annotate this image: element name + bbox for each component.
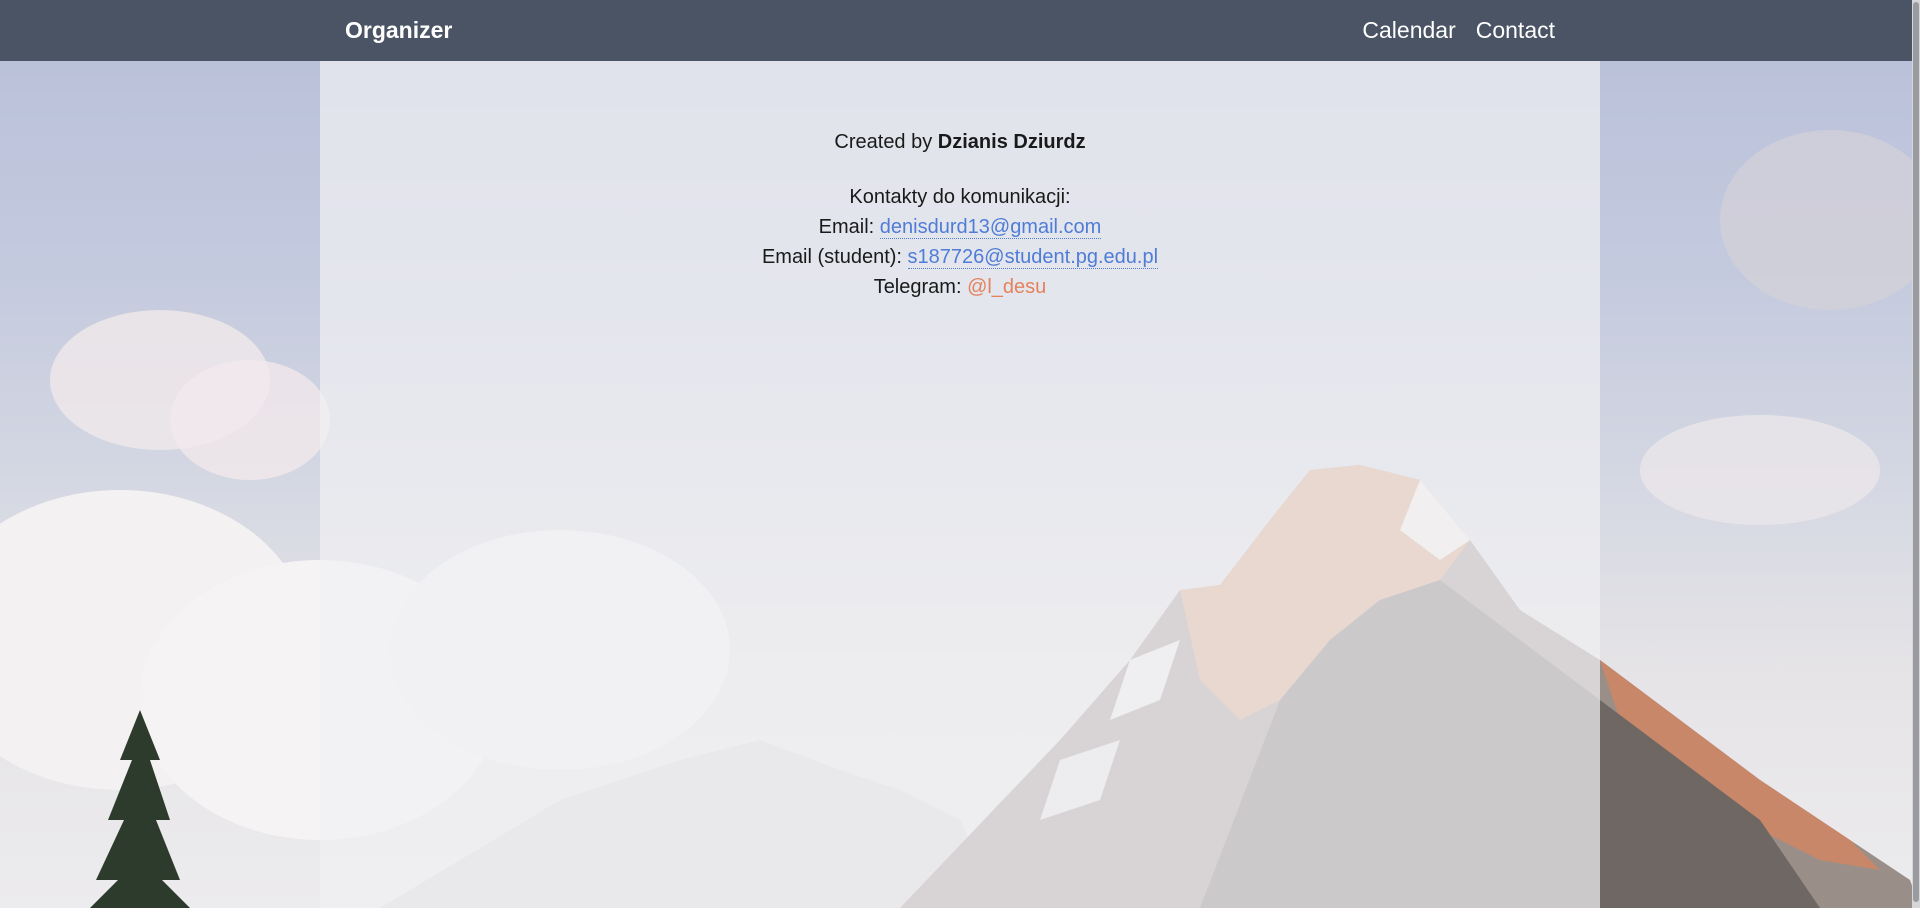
student-email-line: Email (student): s187726@student.pg.edu.… [320,242,1600,272]
email-label: Email: [818,216,880,238]
scrollbar-thumb[interactable] [1913,2,1919,902]
contact-section: Created by Dzianis Dziurdz Kontakty do k… [320,127,1600,302]
author-name: Dzianis Dziurdz [937,131,1086,153]
nav-links: Calendar Contact [1362,17,1555,44]
telegram-link[interactable]: @l_desu [967,276,1046,298]
nav-link-calendar[interactable]: Calendar [1362,17,1455,44]
top-navbar: Organizer Calendar Contact [0,0,1920,61]
content-panel: Created by Dzianis Dziurdz Kontakty do k… [320,61,1600,908]
email-link[interactable]: denisdurd13@gmail.com [879,216,1102,239]
brand-logo-link[interactable]: Organizer [345,17,452,44]
student-email-label: Email (student): [761,246,908,268]
created-by-prefix: Created by [834,131,938,153]
telegram-line: Telegram: @l_desu [320,272,1600,302]
telegram-label: Telegram: [873,276,968,298]
contacts-heading: Kontakty do komunikacji: [849,186,1071,208]
nav-link-contact[interactable]: Contact [1476,17,1555,44]
student-email-link[interactable]: s187726@student.pg.edu.pl [907,246,1159,269]
created-by-line: Created by Dzianis Dziurdz [320,127,1600,157]
vertical-scrollbar[interactable] [1912,0,1920,908]
navbar-container: Organizer Calendar Contact [345,0,1555,61]
email-line: Email: denisdurd13@gmail.com [320,212,1600,242]
